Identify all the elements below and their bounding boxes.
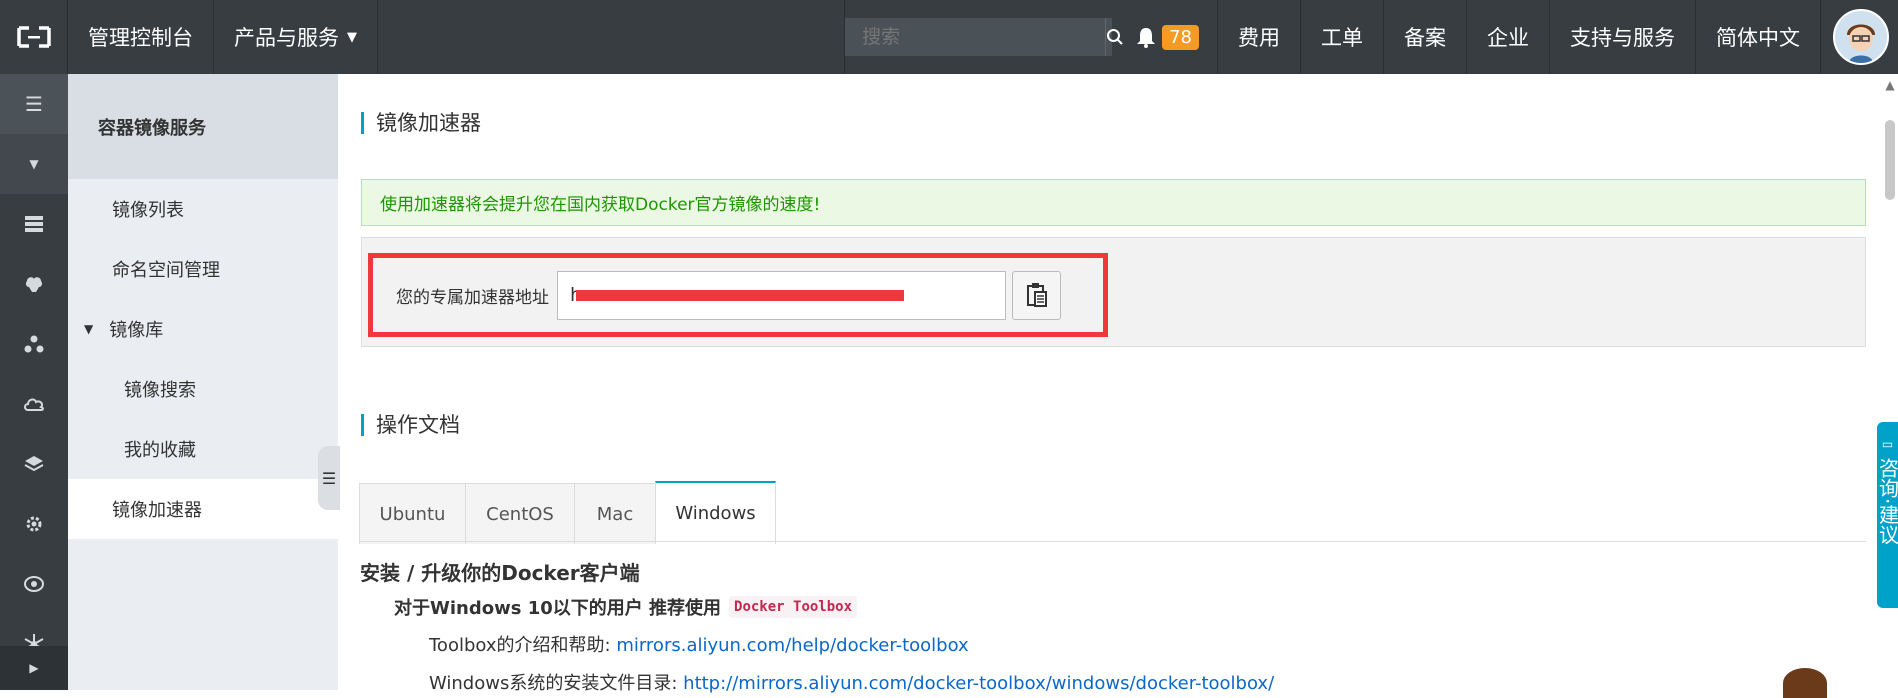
expand-toggle[interactable]: ▼ <box>0 134 68 194</box>
products-menu[interactable]: 产品与服务 ▼ <box>214 0 378 74</box>
icon-sidebar: ☰ ▼ ▶ <box>0 74 68 690</box>
tab-windows[interactable]: Windows <box>655 481 776 544</box>
user-menu[interactable] <box>1821 0 1898 74</box>
sidebar-icon-cloud[interactable] <box>0 374 68 434</box>
clipboard-icon <box>1025 282 1049 308</box>
gear-icon <box>24 514 44 534</box>
sidebar-item-namespace[interactable]: 命名空间管理 <box>68 239 338 299</box>
search-box <box>845 18 1112 56</box>
accelerator-address-field[interactable]: h <box>557 271 1006 320</box>
redaction-mark <box>576 290 904 301</box>
hamburger-icon: ☰ <box>25 92 43 116</box>
sidebar-icon-cluster[interactable] <box>0 314 68 374</box>
billing-link[interactable]: 费用 <box>1218 0 1301 74</box>
toolbox-help-link[interactable]: mirrors.aliyun.com/help/docker-toolbox <box>616 635 968 656</box>
sidebar-item-accelerator[interactable]: 镜像加速器 <box>68 479 338 539</box>
tab-centos[interactable]: CentOS <box>465 483 575 544</box>
sidebar-icon-servers[interactable] <box>0 194 68 254</box>
layers-icon <box>24 455 44 473</box>
bell-icon <box>1136 26 1156 48</box>
product-title: 容器镜像服务 <box>68 74 338 179</box>
sidebar-item-repo-list[interactable]: 镜像列表 <box>68 179 338 239</box>
docs-title: 操作文档 <box>361 414 460 436</box>
server-icon <box>24 215 44 233</box>
sidebar-icon-eye[interactable] <box>0 554 68 614</box>
product-sidebar: 容器镜像服务 镜像列表 命名空间管理 ▼ 镜像库 镜像搜索 我的收藏 镜像加速器 <box>68 74 338 690</box>
search-area <box>845 0 1126 74</box>
caret-down-icon: ▼ <box>29 157 38 171</box>
notifications[interactable]: 78 <box>1126 0 1218 74</box>
consult-button[interactable]: ▭ 咨询·建议 <box>1877 422 1898 608</box>
notification-badge: 78 <box>1162 25 1199 50</box>
aliyun-logo-icon <box>16 26 52 48</box>
brain-icon <box>24 275 44 293</box>
tab-ubuntu[interactable]: Ubuntu <box>359 483 466 544</box>
language-link[interactable]: 简体中文 <box>1696 0 1821 74</box>
search-icon <box>1106 28 1124 46</box>
highlight-box: 您的专属加速器地址 h <box>368 253 1108 337</box>
search-button[interactable] <box>1105 18 1124 56</box>
search-input[interactable] <box>845 18 1105 56</box>
collapse-sidebar-button[interactable]: ☰ <box>318 446 340 510</box>
topbar-spacer <box>378 0 845 74</box>
doc-line-download: Windows系统的安装文件目录: http://mirrors.aliyun.… <box>429 669 1274 695</box>
sidebar-item-search[interactable]: 镜像搜索 <box>68 359 338 419</box>
main-content: 镜像加速器 使用加速器将会提升您在国内获取Docker官方镜像的速度! 您的专属… <box>338 74 1898 690</box>
tabs-divider <box>359 541 1866 542</box>
aliyun-logo[interactable] <box>0 0 68 74</box>
tab-mac[interactable]: Mac <box>574 483 656 544</box>
avatar-icon <box>1835 11 1887 63</box>
copy-button[interactable] <box>1012 271 1061 320</box>
doc-line-help-text: Toolbox的介绍和帮助: <box>429 635 611 656</box>
sidebar-group-label: 镜像库 <box>109 316 163 342</box>
scroll-up-arrow[interactable]: ▲ <box>1882 78 1898 108</box>
consult-label: 咨询·建议 <box>1874 458 1898 544</box>
cluster-icon <box>24 335 44 353</box>
code-snippet: Docker Toolbox <box>729 596 857 618</box>
caret-down-icon: ▼ <box>347 30 357 45</box>
sidebar-icon-settings[interactable] <box>0 494 68 554</box>
top-navigation-bar: 管理控制台 产品与服务 ▼ 78 费用 工单 备案 企业 支持与服务 简体中文 <box>0 0 1898 74</box>
doc-subheading: 对于Windows 10以下的用户 推荐使用 Docker Toolbox <box>394 594 857 620</box>
collapse-icon: ☰ <box>322 469 336 488</box>
sidebar-expand-button[interactable]: ▶ <box>0 646 68 690</box>
sidebar-item-favorites[interactable]: 我的收藏 <box>68 419 338 479</box>
doc-line-help: Toolbox的介绍和帮助: mirrors.aliyun.com/help/d… <box>429 631 969 657</box>
caret-down-icon: ▼ <box>84 322 93 336</box>
scrollbar-thumb[interactable] <box>1885 120 1895 200</box>
caret-right-icon: ▶ <box>29 661 38 675</box>
sidebar-icon-brain[interactable] <box>0 254 68 314</box>
info-notice: 使用加速器将会提升您在国内获取Docker官方镜像的速度! <box>361 179 1866 226</box>
icp-link[interactable]: 备案 <box>1384 0 1467 74</box>
sidebar-icon-layers[interactable] <box>0 434 68 494</box>
support-link[interactable]: 支持与服务 <box>1550 0 1696 74</box>
products-label: 产品与服务 <box>234 22 339 52</box>
accelerator-address-panel: 您的专属加速器地址 h <box>361 237 1866 347</box>
enterprise-link[interactable]: 企业 <box>1467 0 1550 74</box>
ticket-link[interactable]: 工单 <box>1301 0 1384 74</box>
doc-sub-text: 对于Windows 10以下的用户 推荐使用 <box>394 594 721 620</box>
mascot-avatar[interactable] <box>1783 668 1827 698</box>
eye-icon <box>23 575 45 593</box>
menu-toggle[interactable]: ☰ <box>0 74 68 134</box>
console-link[interactable]: 管理控制台 <box>68 0 214 74</box>
sidebar-group-repository[interactable]: ▼ 镜像库 <box>68 299 338 359</box>
doc-heading: 安装 / 升级你的Docker客户端 <box>360 557 640 586</box>
chat-icon: ▭ <box>1882 430 1893 458</box>
cloud-icon <box>23 396 45 412</box>
os-tabs: Ubuntu CentOS Mac Windows <box>359 481 775 544</box>
toolbox-download-link[interactable]: http://mirrors.aliyun.com/docker-toolbox… <box>683 673 1274 694</box>
page-title: 镜像加速器 <box>361 112 481 134</box>
address-label: 您的专属加速器地址 <box>396 283 549 308</box>
doc-line-download-text: Windows系统的安装文件目录: <box>429 673 677 694</box>
avatar <box>1833 9 1889 65</box>
